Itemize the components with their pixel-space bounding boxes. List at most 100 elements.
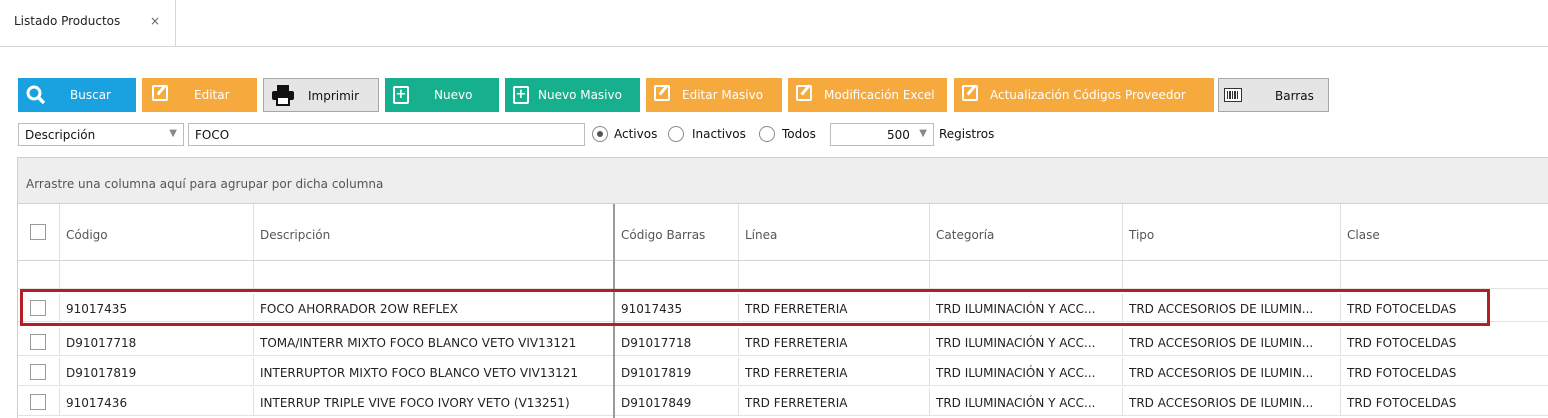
cell-linea: TRD FERRETERIA <box>739 294 930 322</box>
search-input-value: FOCO <box>195 128 230 142</box>
cell-text: TRD ILUMINACIÓN Y ACC... <box>936 336 1096 350</box>
cell-text: TRD FERRETERIA <box>745 366 848 380</box>
cell-codigo: D91017819 <box>60 358 254 386</box>
cell-text: 91017435 <box>621 302 683 316</box>
cell-text: TOMA/INTERR MIXTO FOCO BLANCO VETO VIV13… <box>260 336 577 350</box>
filter-cell[interactable] <box>254 261 614 289</box>
editar-masivo-label: Editar Masivo <box>682 88 764 102</box>
cell-clase: TRD FOTOCELDAS <box>1341 358 1548 386</box>
cell-text: TRD FOTOCELDAS <box>1347 366 1457 380</box>
row-checkbox[interactable] <box>30 300 46 316</box>
column-header-linea[interactable]: Línea <box>739 204 930 260</box>
buscar-button[interactable]: Buscar <box>18 78 136 112</box>
records-select[interactable]: 500 ▼ <box>830 123 934 146</box>
radio-inactivos[interactable] <box>668 126 684 142</box>
cell-descripcion: FOCO AHORRADOR 2OW REFLEX <box>254 294 614 322</box>
cell-text: TRD FERRETERIA <box>745 336 848 350</box>
field-select-value: Descripción <box>25 128 96 142</box>
field-select[interactable]: Descripción ▼ <box>18 123 184 146</box>
row-checkbox[interactable] <box>30 364 46 380</box>
modificacion-excel-label: Modificación Excel <box>824 88 935 102</box>
imprimir-label: Imprimir <box>308 89 360 103</box>
edit-icon <box>654 85 670 101</box>
cell-text: 91017436 <box>66 396 128 410</box>
cell-codigo-barras: D91017718 <box>615 328 739 356</box>
actualizacion-codigos-proveedor-button[interactable]: Actualización Códigos Proveedor <box>954 78 1214 112</box>
column-header-label: Clase <box>1347 228 1380 242</box>
row-select-cell <box>18 328 60 356</box>
imprimir-button[interactable]: Imprimir <box>263 78 379 112</box>
filter-cell[interactable] <box>739 261 930 289</box>
table-row[interactable]: 91017436 INTERRUP TRIPLE VIVE FOCO IVORY… <box>18 388 1548 416</box>
editar-button[interactable]: Editar <box>142 78 257 112</box>
tab-label: Listado Productos <box>14 14 121 28</box>
table-row[interactable]: D91017718 TOMA/INTERR MIXTO FOCO BLANCO … <box>18 328 1548 356</box>
tab-listado-productos[interactable]: Listado Productos × <box>0 0 176 46</box>
editar-masivo-button[interactable]: Editar Masivo <box>646 78 782 112</box>
group-by-panel[interactable]: Arrastre una columna aquí para agrupar p… <box>18 158 1548 204</box>
table-row[interactable]: D91017819 INTERRUPTOR MIXTO FOCO BLANCO … <box>18 358 1548 386</box>
plus-icon: + <box>513 86 529 104</box>
table-row[interactable]: 91017435 FOCO AHORRADOR 2OW REFLEX 91017… <box>18 294 1548 322</box>
search-input[interactable]: FOCO <box>188 123 585 146</box>
filter-cell[interactable] <box>60 261 254 289</box>
frozen-column-separator[interactable] <box>613 204 615 418</box>
nuevo-masivo-label: Nuevo Masivo <box>538 88 622 102</box>
radio-todos[interactable] <box>759 126 775 142</box>
column-header-label: Descripción <box>260 228 331 242</box>
nuevo-button[interactable]: + Nuevo <box>385 78 499 112</box>
products-grid: Arrastre una columna aquí para agrupar p… <box>17 157 1548 418</box>
cell-text: TRD FOTOCELDAS <box>1347 302 1457 316</box>
cell-text: TRD ILUMINACIÓN Y ACC... <box>936 366 1096 380</box>
nuevo-masivo-button[interactable]: + Nuevo Masivo <box>505 78 640 112</box>
radio-activos-label: Activos <box>614 127 658 141</box>
barras-button[interactable]: Barras <box>1218 78 1329 112</box>
column-header-codigo-barras[interactable]: Código Barras <box>615 204 739 260</box>
cell-codigo: D91017718 <box>60 328 254 356</box>
tab-strip: Listado Productos × <box>0 0 1548 47</box>
cell-categoria: TRD ILUMINACIÓN Y ACC... <box>930 358 1123 386</box>
chevron-down-icon: ▼ <box>919 128 927 139</box>
cell-descripcion: INTERRUPTOR MIXTO FOCO BLANCO VETO VIV13… <box>254 358 614 386</box>
cell-codigo-barras: D91017849 <box>615 388 739 416</box>
column-header-tipo[interactable]: Tipo <box>1123 204 1341 260</box>
row-checkbox[interactable] <box>30 334 46 350</box>
cell-codigo: 91017435 <box>60 294 254 322</box>
column-header-label: Código <box>66 228 108 242</box>
column-header-codigo[interactable]: Código <box>60 204 254 260</box>
filter-cell[interactable] <box>1123 261 1341 289</box>
radio-activos[interactable] <box>592 126 608 142</box>
nuevo-label: Nuevo <box>434 88 473 102</box>
cell-tipo: TRD ACCESORIOS DE ILUMIN... <box>1123 294 1341 322</box>
cell-text: TRD ILUMINACIÓN Y ACC... <box>936 302 1096 316</box>
modificacion-excel-button[interactable]: Modificación Excel <box>788 78 947 112</box>
buscar-label: Buscar <box>70 88 111 102</box>
row-select-cell <box>18 294 60 322</box>
row-checkbox[interactable] <box>30 394 46 410</box>
row-select-cell <box>18 358 60 386</box>
cell-clase: TRD FOTOCELDAS <box>1341 328 1548 356</box>
cell-categoria: TRD ILUMINACIÓN Y ACC... <box>930 328 1123 356</box>
column-header-categoria[interactable]: Categoría <box>930 204 1123 260</box>
records-label: Registros <box>939 127 995 141</box>
grid-filter-row[interactable] <box>18 261 1548 289</box>
column-header-clase[interactable]: Clase <box>1341 204 1548 260</box>
cell-descripcion: TOMA/INTERR MIXTO FOCO BLANCO VETO VIV13… <box>254 328 614 356</box>
select-all-checkbox[interactable] <box>30 224 46 240</box>
actualizacion-label: Actualización Códigos Proveedor <box>990 88 1186 102</box>
cell-text: TRD FOTOCELDAS <box>1347 396 1457 410</box>
cell-tipo: TRD ACCESORIOS DE ILUMIN... <box>1123 328 1341 356</box>
filter-cell[interactable] <box>615 261 739 289</box>
cell-text: D91017849 <box>621 396 692 410</box>
column-header-label: Categoría <box>936 228 995 242</box>
edit-icon <box>796 85 812 101</box>
close-icon[interactable]: × <box>150 14 160 28</box>
plus-icon: + <box>393 86 409 104</box>
cell-codigo: 91017436 <box>60 388 254 416</box>
cell-text: TRD FOTOCELDAS <box>1347 336 1457 350</box>
cell-text: INTERRUPTOR MIXTO FOCO BLANCO VETO VIV13… <box>260 366 579 380</box>
filter-cell[interactable] <box>930 261 1123 289</box>
filter-cell[interactable] <box>1341 261 1548 289</box>
column-header-descripcion[interactable]: Descripción <box>254 204 614 260</box>
cell-text: TRD ACCESORIOS DE ILUMIN... <box>1129 302 1314 316</box>
